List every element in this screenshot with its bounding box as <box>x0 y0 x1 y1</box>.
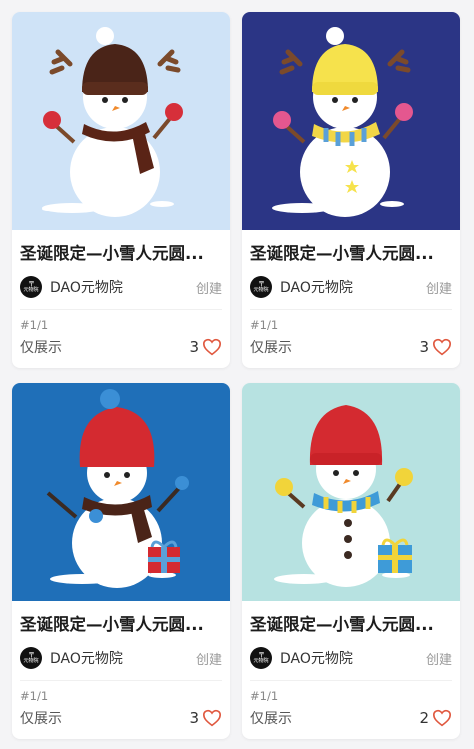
heart-outline-icon <box>202 709 222 727</box>
like-button[interactable]: 2 <box>419 709 452 727</box>
like-button[interactable]: 3 <box>189 338 222 356</box>
nft-artwork-image[interactable] <box>12 383 230 601</box>
heart-outline-icon <box>432 338 452 356</box>
edition-number: #1/1 <box>250 309 452 335</box>
avatar-text: 元物院 <box>23 287 39 293</box>
avatar-text: 元物院 <box>23 658 39 664</box>
edition-number: #1/1 <box>250 680 452 706</box>
nft-card[interactable]: 圣诞限定—小雪人元圆... 〒元物院 DAO元物院 创建 #1/1 仅展示 2 <box>242 383 460 739</box>
display-status: 仅展示 <box>250 340 292 356</box>
like-button[interactable]: 3 <box>419 338 452 356</box>
heart-outline-icon <box>432 709 452 727</box>
creator-role-label: 创建 <box>425 281 452 297</box>
display-status: 仅展示 <box>20 711 62 727</box>
like-count: 3 <box>189 709 199 727</box>
creator-role-label: 创建 <box>195 281 222 297</box>
display-status: 仅展示 <box>250 711 292 727</box>
creator-name[interactable]: DAO元物院 <box>280 277 353 297</box>
edition-number: #1/1 <box>20 680 222 706</box>
nft-card-grid: 圣诞限定—小雪人元圆... 〒元物院 DAO元物院 创建 #1/1 仅展示 3 <box>0 0 474 749</box>
nft-title[interactable]: 圣诞限定—小雪人元圆... <box>250 243 452 265</box>
creator-avatar[interactable]: 〒元物院 <box>250 276 272 298</box>
nft-title[interactable]: 圣诞限定—小雪人元圆... <box>20 614 222 636</box>
nft-card[interactable]: 圣诞限定—小雪人元圆... 〒元物院 DAO元物院 创建 #1/1 仅展示 3 <box>12 12 230 368</box>
like-count: 2 <box>419 709 429 727</box>
creator-role-label: 创建 <box>195 652 222 668</box>
like-count: 3 <box>189 338 199 356</box>
nft-artwork-image[interactable] <box>242 12 460 230</box>
creator-name[interactable]: DAO元物院 <box>280 648 353 668</box>
avatar-text: 元物院 <box>253 287 269 293</box>
creator-avatar[interactable]: 〒元物院 <box>20 647 42 669</box>
creator-avatar[interactable]: 〒元物院 <box>250 647 272 669</box>
nft-artwork-image[interactable] <box>242 383 460 601</box>
creator-name[interactable]: DAO元物院 <box>50 277 123 297</box>
nft-card[interactable]: 圣诞限定—小雪人元圆... 〒元物院 DAO元物院 创建 #1/1 仅展示 3 <box>12 383 230 739</box>
creator-avatar[interactable]: 〒元物院 <box>20 276 42 298</box>
nft-artwork-image[interactable] <box>12 12 230 230</box>
nft-title[interactable]: 圣诞限定—小雪人元圆... <box>250 614 452 636</box>
edition-number: #1/1 <box>20 309 222 335</box>
heart-outline-icon <box>202 338 222 356</box>
display-status: 仅展示 <box>20 340 62 356</box>
like-button[interactable]: 3 <box>189 709 222 727</box>
avatar-text: 元物院 <box>253 658 269 664</box>
nft-card[interactable]: 圣诞限定—小雪人元圆... 〒元物院 DAO元物院 创建 #1/1 仅展示 3 <box>242 12 460 368</box>
creator-role-label: 创建 <box>425 652 452 668</box>
nft-title[interactable]: 圣诞限定—小雪人元圆... <box>20 243 222 265</box>
like-count: 3 <box>419 338 429 356</box>
creator-name[interactable]: DAO元物院 <box>50 648 123 668</box>
